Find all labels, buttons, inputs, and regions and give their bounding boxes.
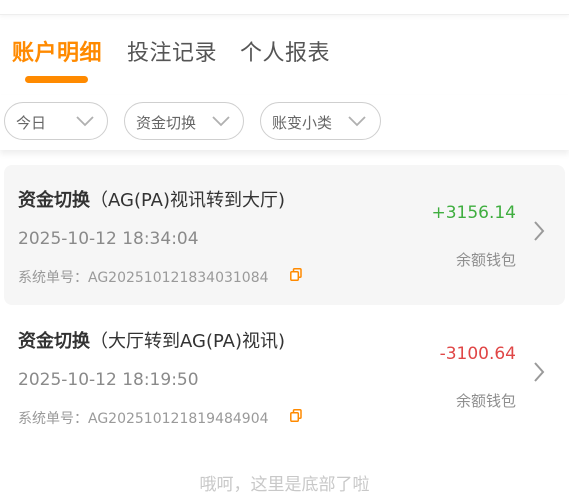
chevron-down-icon	[76, 116, 94, 127]
chevron-right-icon[interactable]	[533, 220, 545, 242]
record-wallet: 余额钱包	[455, 251, 516, 269]
subtype-filter-dropdown[interactable]: 账变小类	[260, 102, 381, 140]
record-wallet: 余额钱包	[455, 392, 516, 410]
order-value: AG202510121819484904	[88, 411, 269, 427]
tab-bar: 账户明细 投注记录 个人报表	[0, 15, 569, 95]
order-label: 系统单号：	[18, 270, 88, 286]
tab-account-details[interactable]: 账户明细	[12, 35, 102, 67]
chevron-down-icon	[212, 116, 230, 127]
record-title: 资金切换（大厅转到AG(PA)视讯)	[18, 327, 285, 353]
record-detail: （大厅转到AG(PA)视讯)	[90, 331, 286, 352]
active-tab-indicator	[25, 76, 88, 83]
order-value: AG202510121834031084	[88, 270, 269, 286]
chevron-down-icon	[348, 116, 366, 127]
record-item[interactable]: 资金切换（大厅转到AG(PA)视讯) 2025-10-12 18:19:50 系…	[4, 306, 565, 446]
subtype-filter-label: 账变小类	[272, 114, 333, 132]
tab-personal-report[interactable]: 个人报表	[240, 35, 330, 67]
filter-bar: 今日 资金切换 账变小类	[0, 95, 569, 150]
record-type: 资金切换	[18, 190, 90, 211]
order-label: 系统单号：	[18, 411, 88, 427]
record-type: 资金切换	[18, 331, 90, 352]
record-date: 2025-10-12 18:34:04	[18, 229, 199, 249]
copy-icon[interactable]	[290, 268, 302, 281]
record-title: 资金切换（AG(PA)视讯转到大厅)	[18, 186, 285, 212]
chevron-right-icon[interactable]	[533, 361, 545, 383]
type-filter-label: 资金切换	[136, 114, 197, 132]
record-amount: -3100.64	[439, 344, 516, 364]
record-order-number: 系统单号：AG202510121834031084	[18, 267, 269, 287]
record-amount: +3156.14	[431, 203, 516, 223]
type-filter-dropdown[interactable]: 资金切换	[124, 102, 244, 140]
top-strip	[0, 0, 569, 15]
record-order-number: 系统单号：AG202510121819484904	[18, 408, 269, 428]
end-of-list-text: 哦呵，这里是底部了啦	[199, 475, 370, 495]
tab-bet-records[interactable]: 投注记录	[127, 35, 217, 67]
record-item[interactable]: 资金切换（AG(PA)视讯转到大厅) 2025-10-12 18:34:04 系…	[4, 165, 565, 305]
copy-icon[interactable]	[290, 409, 302, 422]
date-filter-label: 今日	[16, 114, 47, 132]
record-detail: （AG(PA)视讯转到大厅)	[90, 190, 286, 211]
record-date: 2025-10-12 18:19:50	[18, 370, 199, 390]
date-filter-dropdown[interactable]: 今日	[4, 102, 108, 140]
